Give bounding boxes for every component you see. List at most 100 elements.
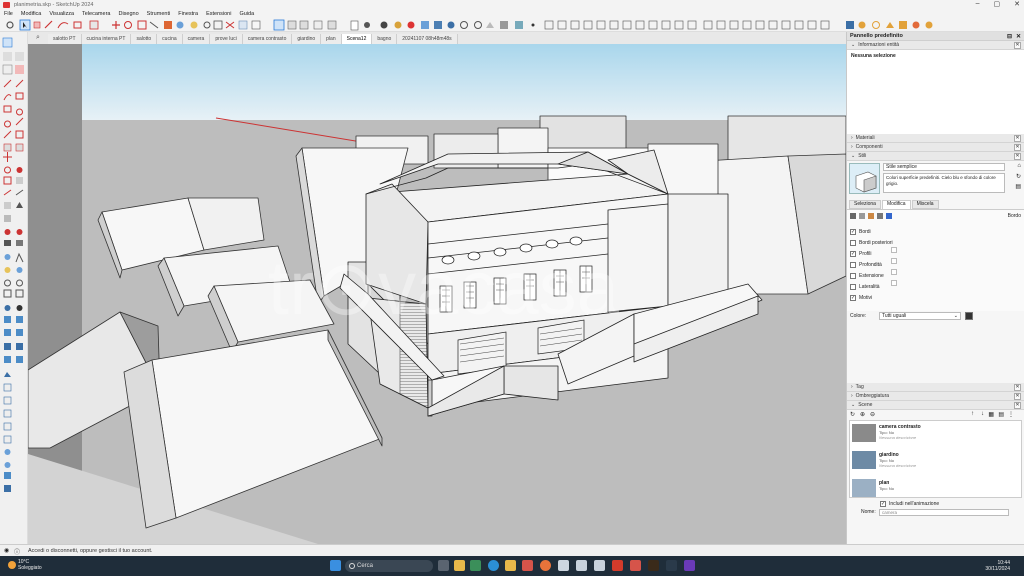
face-settings-icon[interactable] [859,213,865,219]
left-tool-icons[interactable] [0,32,28,544]
scene-tab[interactable]: bagno [372,34,398,44]
scene-tab[interactable]: plan [321,34,342,44]
app-icon[interactable] [576,560,587,571]
menu-extensions[interactable]: Estensioni [206,11,231,17]
option-edges[interactable]: ✓ Bordi [847,226,907,237]
home-icon[interactable]: ⌂ [1017,163,1021,169]
materials-header[interactable]: › Materiali ✕ [847,134,1024,143]
minimize-icon[interactable]: – [976,0,980,8]
pin-icon[interactable]: ⊟ [1007,33,1012,40]
weather-widget[interactable]: 10°C Soleggiato [8,559,42,571]
scene-tab[interactable]: 20241107 08h48m48s [397,34,458,44]
close-section-icon[interactable]: ✕ [1014,42,1021,49]
scene-search-icon[interactable]: ⌕ [36,34,46,42]
scene-tab[interactable]: salotto [131,34,158,44]
scene-tab[interactable]: prove luci [210,34,243,44]
file-explorer-icon[interactable] [454,560,465,571]
option-endpoints[interactable]: ✓ Motivi [847,292,907,303]
menu-help[interactable]: Guida [239,11,254,17]
scene-tab[interactable]: camera contrasto [242,34,293,44]
style-description-field[interactable]: Colori superficie predefiniti. Cielo blu… [883,173,1005,193]
background-settings-icon[interactable] [868,213,874,219]
menu-camera[interactable]: Telecamera [82,11,110,17]
styles-header[interactable]: ⌄ Stili ✕ [847,152,1024,161]
tab-edit[interactable]: Modifica [881,200,911,209]
view-options-icon[interactable]: ▦ [988,411,994,418]
update-icon[interactable]: ↻ [1016,173,1021,180]
toolbar-icon-row[interactable] [6,19,933,31]
taskbar-search[interactable]: Cerca [345,560,433,572]
details-icon[interactable]: ▤ [1015,183,1021,190]
toolbar-icons[interactable] [0,18,1024,32]
option-profiles[interactable]: ✓ Profili [847,248,907,259]
menu-tools[interactable]: Strumenti [147,11,171,17]
option-jitter[interactable]: Lateralità [847,281,907,292]
scene-thumbnail[interactable] [852,451,876,469]
tab-select[interactable]: Seleziona [849,200,881,209]
scene-tab[interactable]: salotto PT [48,34,82,44]
menu-window[interactable]: Finestra [178,11,198,17]
tab-mix[interactable]: Miscela [911,200,939,209]
option-back-edges[interactable]: Bordi posteriori [847,237,907,248]
extension-input[interactable] [891,269,897,275]
close-panel-icon[interactable]: ✕ [1016,33,1021,40]
scene-tab-active[interactable]: Scena12 [341,34,373,44]
info-icon[interactable]: ⓘ [14,547,20,556]
edge-color-swatch[interactable] [965,312,973,320]
close-section-icon[interactable]: ✕ [1014,135,1021,142]
sketchup-icon[interactable] [630,560,641,571]
folder-icon[interactable] [505,560,516,571]
firefox-icon[interactable] [540,560,551,571]
depth-input[interactable] [891,258,897,264]
close-icon[interactable]: ✕ [1014,0,1020,8]
maximize-icon[interactable]: ▢ [994,0,1001,8]
system-clock[interactable]: 10:44 30/11/2024 [985,560,1010,572]
app-icon[interactable] [684,560,695,571]
acrobat-icon[interactable] [612,560,623,571]
windows-start-icon[interactable] [330,560,341,571]
close-section-icon[interactable]: ✕ [1014,402,1021,409]
style-name-field[interactable]: Stile semplice [883,163,1005,171]
edge-settings-icon[interactable] [850,213,856,219]
menu-edit[interactable]: Modifica [21,11,41,17]
close-section-icon[interactable]: ✕ [1014,144,1021,151]
app-icon[interactable] [522,560,533,571]
task-view-icon[interactable] [438,560,449,571]
menu-file[interactable]: File [4,11,13,17]
add-scene-icon[interactable]: ⊕ [860,411,865,418]
jitter-input[interactable] [891,280,897,286]
app-icon[interactable] [558,560,569,571]
refresh-icon[interactable]: ↻ [850,411,855,418]
app-icon[interactable] [666,560,677,571]
color-mode-select[interactable]: Tutti uguali ⌄ [879,312,961,320]
close-section-icon[interactable]: ✕ [1014,393,1021,400]
menu-draw[interactable]: Disegno [118,11,138,17]
modeling-settings-icon[interactable] [886,213,892,219]
scenes-header[interactable]: ⌄ Scene ✕ [847,401,1024,410]
scene-tab[interactable]: cucina [157,34,183,44]
more-icon[interactable]: ⋮ [1008,411,1014,418]
3d-viewport[interactable]: tr⊙vacasa [28,44,846,544]
edge-browser-icon[interactable] [488,560,499,571]
app-icon[interactable] [594,560,605,571]
tags-header[interactable]: › Tag ✕ [847,383,1024,392]
scene-thumbnail[interactable] [852,479,876,497]
style-thumbnail[interactable] [849,163,880,194]
shadows-header[interactable]: › Ombreggiatura ✕ [847,392,1024,401]
profile-width-input[interactable] [891,247,897,253]
scene-name-input[interactable]: camera [879,509,1009,516]
close-section-icon[interactable]: ✕ [1014,384,1021,391]
scene-tab[interactable]: cucina interna PT [81,34,132,44]
illustrator-icon[interactable] [648,560,659,571]
option-extension[interactable]: Estensione [847,270,907,281]
move-down-icon[interactable]: ↓ [981,411,984,417]
include-in-animation-checkbox[interactable]: ✓ Includi nell'animazione [877,498,1024,509]
scene-tab[interactable]: camera [182,34,211,44]
scene-tab[interactable]: giardino [292,34,322,44]
move-up-icon[interactable]: ↑ [971,411,974,417]
close-section-icon[interactable]: ✕ [1014,153,1021,160]
option-depth-cue[interactable]: Profondità [847,259,907,270]
watermark-settings-icon[interactable] [877,213,883,219]
menu-view[interactable]: Visualizza [49,11,74,17]
details-toggle-icon[interactable]: ▤ [998,411,1004,418]
